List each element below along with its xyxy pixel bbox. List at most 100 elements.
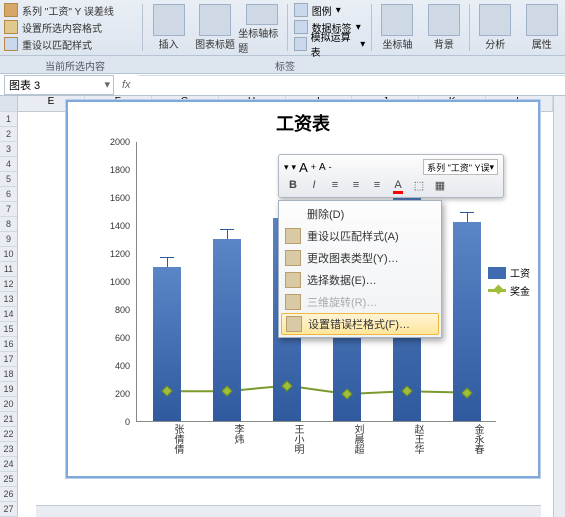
chart-title[interactable]: 工资表 [68, 102, 538, 140]
row-header[interactable]: 17 [0, 352, 17, 367]
bold-button[interactable]: B [284, 177, 302, 193]
mini-toolbar: ▾ ▾ A+ A- 系列 "工资" Y误 ▾ B I ≡ ≡ ≡ A ⬚ ▦ [278, 154, 504, 198]
row-header[interactable]: 19 [0, 382, 17, 397]
menu-item-icon [285, 250, 301, 266]
legend[interactable]: 工资 奖金 [488, 262, 530, 301]
row-header[interactable]: 15 [0, 322, 17, 337]
row-header[interactable]: 27 [0, 502, 17, 517]
category-label: 张倩倩 [157, 424, 185, 464]
legend-button[interactable]: 图例 ▾ [294, 2, 366, 18]
context-menu-item[interactable]: 重设以匹配样式(A) [281, 225, 439, 247]
ribbon: 系列 "工资" Y 误差线 设置所选内容格式 重设以匹配样式 插入 图表标题 坐… [0, 0, 565, 56]
row-header[interactable]: 1 [0, 112, 17, 127]
menu-item-label: 删除(D) [307, 206, 344, 222]
align3-button[interactable]: ≡ [368, 177, 386, 193]
worksheet: 1234567891011121314151617181920212223242… [0, 96, 565, 517]
context-menu-item[interactable]: 删除(D) [281, 203, 439, 225]
row-header[interactable]: 25 [0, 472, 17, 487]
row-header[interactable]: 24 [0, 457, 17, 472]
italic-button[interactable]: I [305, 177, 323, 193]
selection-dropdown[interactable]: 系列 "工资" Y 误差线 [4, 2, 136, 18]
chart-title-button[interactable]: 图表标题 [192, 0, 238, 55]
menu-item-icon [286, 316, 302, 332]
row-header[interactable]: 14 [0, 307, 17, 322]
row-header[interactable]: 9 [0, 232, 17, 247]
legend-item-salary[interactable]: 工资 [488, 265, 530, 280]
row-header[interactable]: 23 [0, 442, 17, 457]
context-menu: 删除(D) 重设以匹配样式(A) 更改图表类型(Y)… 选择数据(E)…三维旋转(R)… [278, 200, 442, 338]
row-header[interactable]: 26 [0, 487, 17, 502]
name-box[interactable]: 图表 3 ▾ [4, 75, 114, 95]
horizontal-scrollbar[interactable] [36, 505, 541, 517]
row-header[interactable]: 8 [0, 217, 17, 232]
menu-item-label: 设置错误栏格式(F)… [308, 316, 410, 332]
menu-item-icon [285, 272, 301, 288]
row-header[interactable]: 7 [0, 202, 17, 217]
name-box-value: 图表 3 [9, 77, 40, 93]
menu-item-icon [285, 228, 301, 244]
error-bar-cap[interactable] [460, 212, 474, 213]
context-menu-item[interactable]: 三维旋转(R)… [281, 291, 439, 313]
row-header[interactable]: 5 [0, 172, 17, 187]
format-selection-label: 设置所选内容格式 [22, 20, 102, 35]
grid-body[interactable]: 工资表 020040060080010001200140016001800200… [18, 96, 553, 517]
format-selection-button[interactable]: 设置所选内容格式 [4, 19, 136, 35]
y-tick-label: 1400 [110, 221, 130, 231]
row-header[interactable]: 18 [0, 367, 17, 382]
context-menu-item[interactable]: 更改图表类型(Y)… [281, 247, 439, 269]
legend-item-bonus[interactable]: 奖金 [488, 283, 530, 298]
font-color-button[interactable]: A [389, 177, 407, 193]
row-header[interactable]: 20 [0, 397, 17, 412]
row-header[interactable]: 22 [0, 427, 17, 442]
y-tick-label: 1000 [110, 277, 130, 287]
insert-button[interactable]: 插入 [145, 0, 191, 55]
format-icon [4, 20, 18, 34]
y-tick-label: 600 [115, 333, 130, 343]
menu-item-label: 更改图表类型(Y)… [307, 250, 399, 266]
analysis-button[interactable]: 分析 [472, 0, 518, 55]
row-header[interactable]: 6 [0, 187, 17, 202]
bar[interactable] [153, 267, 181, 421]
row-header[interactable]: 3 [0, 142, 17, 157]
y-tick-label: 0 [125, 417, 130, 427]
row-header[interactable]: 16 [0, 337, 17, 352]
align2-button[interactable]: ≡ [347, 177, 365, 193]
fill-button[interactable]: ⬚ [410, 177, 428, 193]
axis-title-button[interactable]: 坐标轴标题 [238, 0, 284, 55]
context-menu-item[interactable]: 设置错误栏格式(F)… [281, 313, 439, 335]
align-button[interactable]: ≡ [326, 177, 344, 193]
reset-style-button[interactable]: 重设以匹配样式 [4, 36, 136, 52]
formula-input[interactable] [139, 75, 565, 95]
error-bar-cap[interactable] [220, 229, 234, 230]
ribbon-current-selection-group: 系列 "工资" Y 误差线 设置所选内容格式 重设以匹配样式 [0, 0, 140, 55]
y-tick-label: 2000 [110, 137, 130, 147]
name-box-dropdown-icon[interactable]: ▾ [101, 78, 113, 91]
y-tick-label: 400 [115, 361, 130, 371]
row-header[interactable]: 12 [0, 277, 17, 292]
border-button[interactable]: ▦ [431, 177, 449, 193]
row-header[interactable]: 11 [0, 262, 17, 277]
row-header[interactable]: 4 [0, 157, 17, 172]
vertical-scrollbar[interactable] [553, 96, 565, 517]
error-bar-cap[interactable] [160, 257, 174, 258]
fx-label: fx [114, 79, 139, 91]
y-tick-label: 1600 [110, 193, 130, 203]
row-headers: 1234567891011121314151617181920212223242… [0, 96, 18, 517]
selection-label: 系列 "工资" Y 误差线 [22, 3, 114, 18]
row-header[interactable]: 13 [0, 292, 17, 307]
axes-button[interactable]: 坐标轴 [374, 0, 420, 55]
legend-swatch-bar [488, 267, 506, 279]
formula-bar: 图表 3 ▾ fx [0, 74, 565, 96]
context-menu-item[interactable]: 选择数据(E)… [281, 269, 439, 291]
ribbon-labels-group: 插入 图表标题 坐标轴标题 图例 ▾ 数据标签 ▾ 模拟运算表 ▾ 坐标轴 背景… [145, 0, 565, 55]
row-header[interactable]: 10 [0, 247, 17, 262]
row-header[interactable]: 21 [0, 412, 17, 427]
background-button[interactable]: 背景 [421, 0, 467, 55]
properties-button[interactable]: 属性 [519, 0, 565, 55]
data-table-button[interactable]: 模拟运算表 ▾ [294, 36, 366, 52]
mini-series-box[interactable]: 系列 "工资" Y误 ▾ [423, 159, 498, 175]
row-header[interactable]: 2 [0, 127, 17, 142]
category-label: 王小明 [277, 424, 305, 464]
y-tick-label: 1200 [110, 249, 130, 259]
category-label: 李炜 [217, 424, 245, 464]
